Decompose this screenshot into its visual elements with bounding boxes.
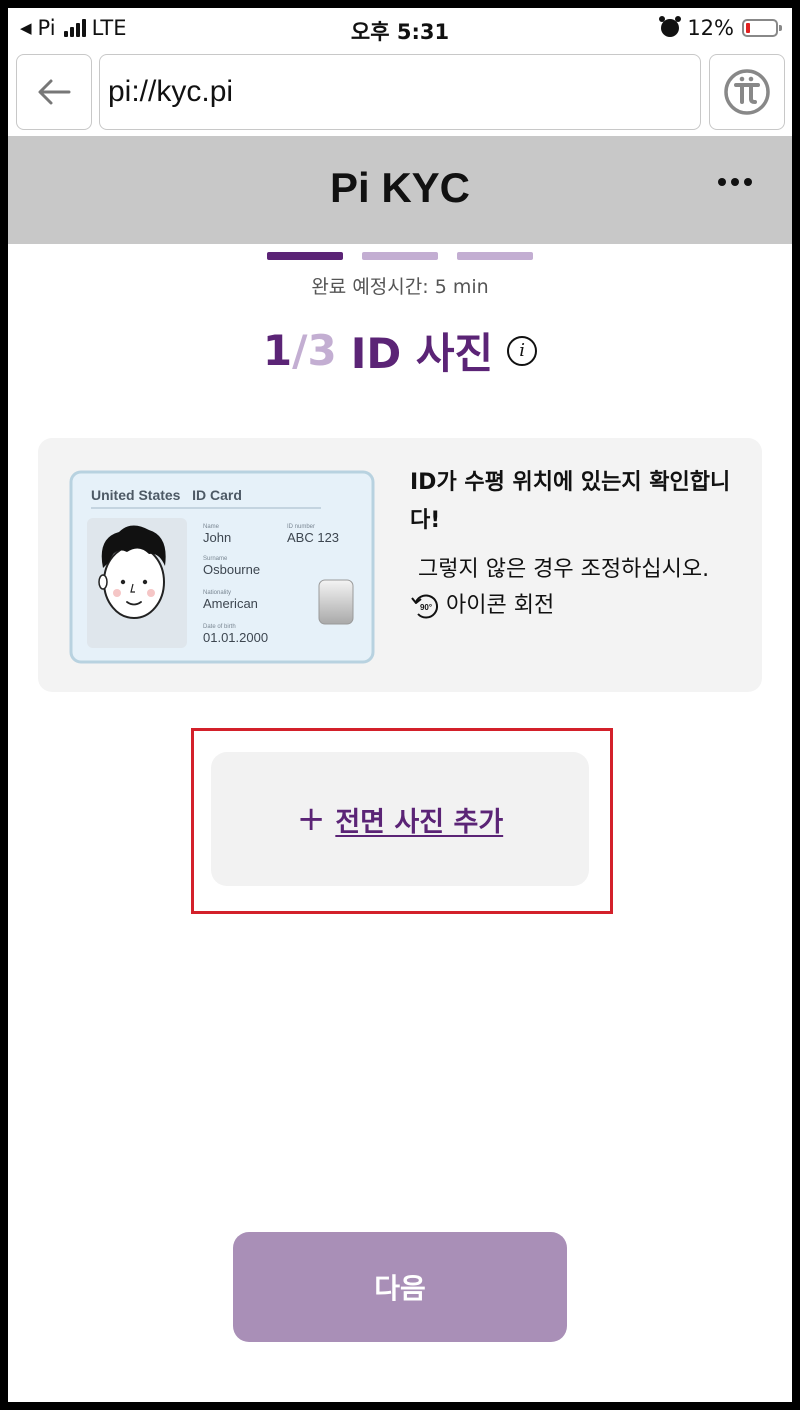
step-separator: / [292,326,308,375]
step-total: 3 [307,326,337,375]
id-card-illustration: United States ID Card Name John ID numbe… [69,470,375,664]
progress-segment-2 [362,252,438,260]
id-surname-value: Osbourne [203,562,260,577]
rotate-icon: 90° [411,594,439,619]
back-button[interactable] [16,54,92,130]
alarm-icon [659,16,682,37]
id-dob-value: 01.01.2000 [203,630,268,645]
step-title: 1 / 3 ID 사진 i [8,320,792,381]
app-screen: ◀ Pi LTE 오후 5:31 12% pi://kyc.pi Pi KYC … [8,8,792,1402]
rotate-hint: 90° 아이콘 회전 [410,588,740,624]
browser-bar: pi://kyc.pi [8,52,792,138]
instruction-text: ID가 수평 위치에 있는지 확인합니다! 그렇지 않은 경우 조정하십시오. … [410,464,740,624]
next-button[interactable]: 다음 [233,1232,567,1342]
chip-icon [318,579,354,625]
id-card-header: United States ID Card [91,487,242,503]
step-progress-bar [267,252,533,260]
instruction-heading: ID가 수평 위치에 있는지 확인합니다! [410,470,731,533]
instruction-body: 그렇지 않은 경우 조정하십시오. [418,557,710,582]
id-name-value: John [203,530,231,545]
rotate-badge: 90° [420,603,432,612]
step-label: ID 사진 [350,329,494,378]
status-right: 12% [659,16,782,40]
add-front-photo-button[interactable]: + 전면 사진 추가 [211,752,589,886]
page-title: Pi KYC [329,164,471,211]
pi-browser-button[interactable] [709,54,785,130]
pi-logo-icon [724,69,770,115]
status-bar: ◀ Pi LTE 오후 5:31 12% [8,8,792,50]
info-icon[interactable]: i [507,335,538,366]
battery-percent: 12% [687,16,734,40]
url-field[interactable]: pi://kyc.pi [99,54,701,130]
id-nationality-value: American [203,596,258,611]
instruction-card: United States ID Card Name John ID numbe… [38,438,762,692]
rotate-label: 아이콘 회전 [446,593,555,618]
plus-icon: + [296,799,326,839]
more-options-icon[interactable] [718,178,752,186]
arrow-left-icon [38,79,71,105]
step-current: 1 [262,326,293,375]
battery-icon [742,19,782,37]
app-header: Pi KYC [8,136,792,244]
add-front-photo-label: 전면 사진 추가 [335,806,504,838]
id-number-value: ABC 123 [287,530,339,545]
estimated-time: 완료 예정시간: 5 min [311,276,489,298]
progress-segment-3 [457,252,533,260]
progress-segment-1 [267,252,343,260]
